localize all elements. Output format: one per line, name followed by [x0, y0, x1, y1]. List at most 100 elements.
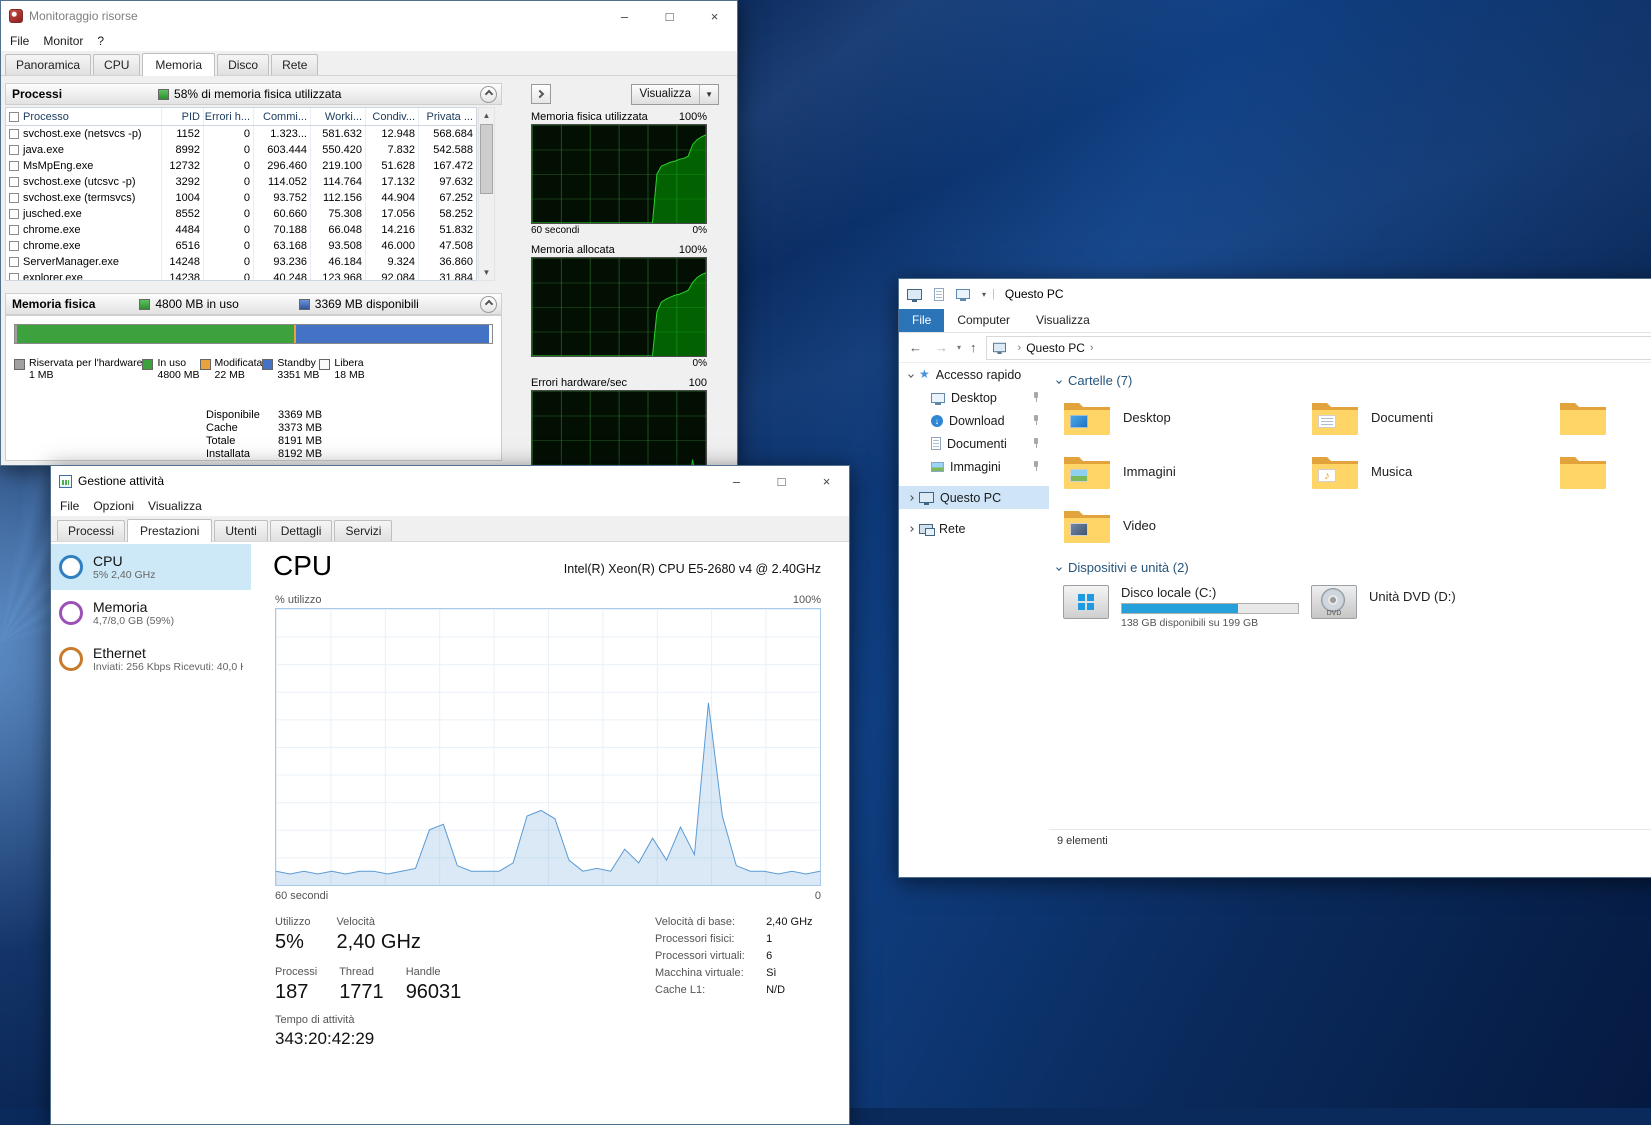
sidebar-quick-item[interactable]: Documenti: [899, 432, 1049, 455]
process-row[interactable]: svchost.exe (netsvcs -p) 1152 0 1.323...…: [6, 126, 476, 142]
tab[interactable]: Memoria: [142, 53, 215, 76]
chevron-right-icon[interactable]: [908, 526, 914, 532]
cpu-utilization-graph[interactable]: [275, 608, 821, 886]
process-checkbox[interactable]: [9, 177, 19, 187]
close-button[interactable]: ×: [804, 466, 849, 496]
maximize-button[interactable]: □: [647, 1, 692, 31]
tab[interactable]: Processi: [57, 520, 125, 541]
chevron-right-icon[interactable]: [908, 495, 914, 501]
collapse-section-button[interactable]: [480, 296, 497, 313]
scroll-down-button[interactable]: ▼: [479, 265, 494, 280]
sidebar-item-this-pc[interactable]: Questo PC: [899, 486, 1049, 509]
menu-item[interactable]: ?: [90, 32, 111, 50]
process-checkbox[interactable]: [9, 257, 19, 267]
quick-access-toolbar-icon[interactable]: [956, 289, 970, 299]
process-row[interactable]: ServerManager.exe 14248 0 93.236 46.184 …: [6, 254, 476, 270]
dvd-drive-tile[interactable]: DVD Unità DVD (D:): [1311, 579, 1559, 635]
processes-section-header[interactable]: Processi 58% di memoria fisica utilizzat…: [5, 83, 502, 105]
table-header[interactable]: Processo PID Errori h... Commi... Worki.…: [6, 108, 476, 126]
tab[interactable]: Dettagli: [270, 520, 333, 541]
folder-tile[interactable]: [1559, 392, 1651, 442]
process-row[interactable]: MsMpEng.exe 12732 0 296.460 219.100 51.6…: [6, 158, 476, 174]
process-checkbox[interactable]: [9, 225, 19, 235]
menu-item[interactable]: File: [3, 32, 36, 50]
collapse-section-button[interactable]: [480, 86, 497, 103]
devices-group-header[interactable]: Dispositivi e unità (2): [1057, 560, 1651, 575]
folders-group-header[interactable]: Cartelle (7): [1057, 373, 1651, 388]
up-button[interactable]: ↑: [966, 340, 981, 355]
ribbon-tab[interactable]: Computer: [944, 309, 1023, 332]
select-all-checkbox[interactable]: [9, 112, 19, 122]
sidebar-quick-item[interactable]: Download: [899, 409, 1049, 432]
close-button[interactable]: ×: [692, 1, 737, 31]
tab[interactable]: Rete: [271, 54, 318, 75]
chevron-down-icon[interactable]: [1056, 565, 1062, 571]
scroll-up-button[interactable]: ▲: [479, 108, 494, 123]
tab[interactable]: CPU: [93, 54, 140, 75]
maximize-button[interactable]: □: [759, 466, 804, 496]
ribbon-tab[interactable]: File: [899, 309, 944, 332]
scrollbar-thumb[interactable]: [480, 124, 493, 194]
column-header[interactable]: Errori h...: [204, 108, 254, 125]
tab[interactable]: Prestazioni: [127, 519, 212, 542]
process-row[interactable]: svchost.exe (utcsvc -p) 3292 0 114.052 1…: [6, 174, 476, 190]
process-checkbox[interactable]: [9, 161, 19, 171]
menu-item[interactable]: Opzioni: [86, 497, 141, 515]
views-dropdown-button[interactable]: Visualizza ▼: [631, 84, 720, 105]
folder-tile[interactable]: Musica: [1311, 446, 1559, 496]
menu-item[interactable]: File: [53, 497, 86, 515]
folder-tile[interactable]: Video: [1063, 500, 1311, 550]
column-header[interactable]: Worki...: [311, 108, 366, 125]
process-checkbox[interactable]: [9, 241, 19, 251]
menu-item[interactable]: Visualizza: [141, 497, 209, 515]
quick-access-toolbar-icon[interactable]: [934, 288, 944, 301]
sidebar-quick-item[interactable]: Immagini: [899, 455, 1049, 478]
chevron-down-icon[interactable]: [1056, 378, 1062, 384]
column-header[interactable]: PID: [162, 108, 204, 125]
performance-sidebar-item[interactable]: Memoria 4,7/8,0 GB (59%): [51, 590, 251, 636]
minimize-button[interactable]: –: [714, 466, 759, 496]
process-checkbox[interactable]: [9, 145, 19, 155]
disk-drive-tile[interactable]: Disco locale (C:) 138 GB disponibili su …: [1063, 579, 1311, 635]
breadcrumb[interactable]: Questo PC: [1026, 341, 1085, 355]
process-checkbox[interactable]: [9, 193, 19, 203]
forward-button[interactable]: →: [931, 340, 952, 355]
performance-sidebar-item[interactable]: CPU 5% 2,40 GHz: [51, 544, 251, 590]
back-button[interactable]: ←: [905, 340, 926, 355]
menu-item[interactable]: Monitor: [36, 32, 90, 50]
process-checkbox[interactable]: [9, 129, 19, 139]
ribbon-tab[interactable]: Visualizza: [1023, 309, 1103, 332]
folder-tile[interactable]: Desktop: [1063, 392, 1311, 442]
collapse-panel-button[interactable]: [531, 84, 551, 104]
sidebar-item-network[interactable]: Rete: [899, 517, 1049, 540]
quick-access-caret-icon[interactable]: ▾: [982, 290, 986, 299]
tab[interactable]: Disco: [217, 54, 269, 75]
sidebar-quick-item[interactable]: Desktop: [899, 386, 1049, 409]
column-header[interactable]: Privata ...: [419, 108, 476, 125]
column-header[interactable]: Commi...: [254, 108, 311, 125]
process-row[interactable]: chrome.exe 6516 0 63.168 93.508 46.000 4…: [6, 238, 476, 254]
performance-sidebar-item[interactable]: Ethernet Inviati: 256 Kbps Ricevuti: 40,…: [51, 636, 251, 682]
process-row[interactable]: svchost.exe (termsvcs) 1004 0 93.752 112…: [6, 190, 476, 206]
sidebar-item-quick-access[interactable]: ★ Accesso rapido: [899, 363, 1049, 386]
process-checkbox[interactable]: [9, 209, 19, 219]
chevron-down-icon[interactable]: [908, 372, 914, 378]
folder-tile[interactable]: [1559, 446, 1651, 496]
physical-memory-section-header[interactable]: Memoria fisica 4800 MB in uso 3369 MB di…: [5, 293, 502, 315]
tab[interactable]: Panoramica: [5, 54, 91, 75]
process-row[interactable]: chrome.exe 4484 0 70.188 66.048 14.216 5…: [6, 222, 476, 238]
dropdown-arrow-icon[interactable]: ▼: [699, 85, 718, 104]
recent-locations-caret-icon[interactable]: ▾: [957, 343, 961, 352]
process-checkbox[interactable]: [9, 273, 19, 281]
process-table-scrollbar[interactable]: ▲ ▼: [478, 107, 495, 281]
tab[interactable]: Servizi: [334, 520, 392, 541]
folder-tile[interactable]: Immagini: [1063, 446, 1311, 496]
minimize-button[interactable]: –: [602, 1, 647, 31]
folder-tile[interactable]: Documenti: [1311, 392, 1559, 442]
column-header[interactable]: Condiv...: [366, 108, 419, 125]
tab[interactable]: Utenti: [214, 520, 267, 541]
process-row[interactable]: explorer.exe 14238 0 40.248 123.968 92.0…: [6, 270, 476, 281]
address-bar[interactable]: › Questo PC ›: [986, 336, 1651, 360]
process-row[interactable]: jusched.exe 8552 0 60.660 75.308 17.056 …: [6, 206, 476, 222]
process-row[interactable]: java.exe 8992 0 603.444 550.420 7.832 54…: [6, 142, 476, 158]
